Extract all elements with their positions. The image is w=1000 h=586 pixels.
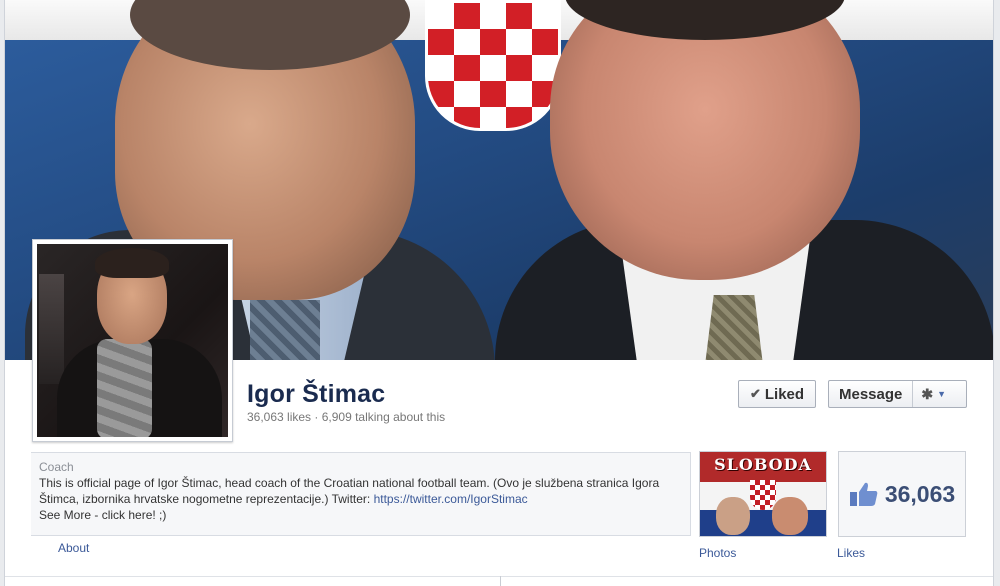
page: Igor Štimac 36,063 likes · 6,909 talking…: [4, 0, 994, 586]
page-title[interactable]: Igor Štimac: [247, 380, 385, 409]
about-section: Coach This is official page of Igor Štim…: [31, 452, 691, 536]
croatian-shield: [425, 0, 561, 131]
page-description: This is official page of Igor Štimac, he…: [39, 475, 682, 507]
message-button-group: Message ✱ ▼: [828, 380, 967, 408]
message-button[interactable]: Message: [829, 381, 914, 407]
caret-down-icon: ▼: [937, 389, 947, 399]
thumbs-up-icon: [849, 480, 879, 508]
photos-thumbnail[interactable]: SLOBODA: [699, 451, 827, 537]
page-category: Coach: [39, 460, 74, 474]
liked-label: Liked: [764, 385, 805, 403]
settings-dropdown[interactable]: ✱ ▼: [913, 386, 954, 403]
page-stats: 36,063 likes · 6,909 talking about this: [247, 410, 446, 424]
likes-thumbnail[interactable]: 36,063: [838, 451, 966, 537]
gear-icon: ✱: [921, 385, 934, 402]
profile-picture[interactable]: [32, 239, 233, 442]
photo-caption: SLOBODA: [714, 455, 812, 474]
twitter-link[interactable]: https://twitter.com/IgorStimac: [374, 492, 528, 506]
see-more-text[interactable]: See More - click here! ;): [39, 507, 682, 523]
description-text: This is official page of Igor Štimac, he…: [39, 476, 660, 506]
tab-likes[interactable]: Likes: [837, 546, 865, 560]
liked-button[interactable]: ✔ Liked: [738, 380, 816, 408]
check-icon: ✔: [749, 386, 761, 401]
tab-about[interactable]: About: [58, 541, 89, 555]
tab-photos[interactable]: Photos: [699, 546, 736, 560]
likes-count: 36,063: [884, 480, 956, 507]
